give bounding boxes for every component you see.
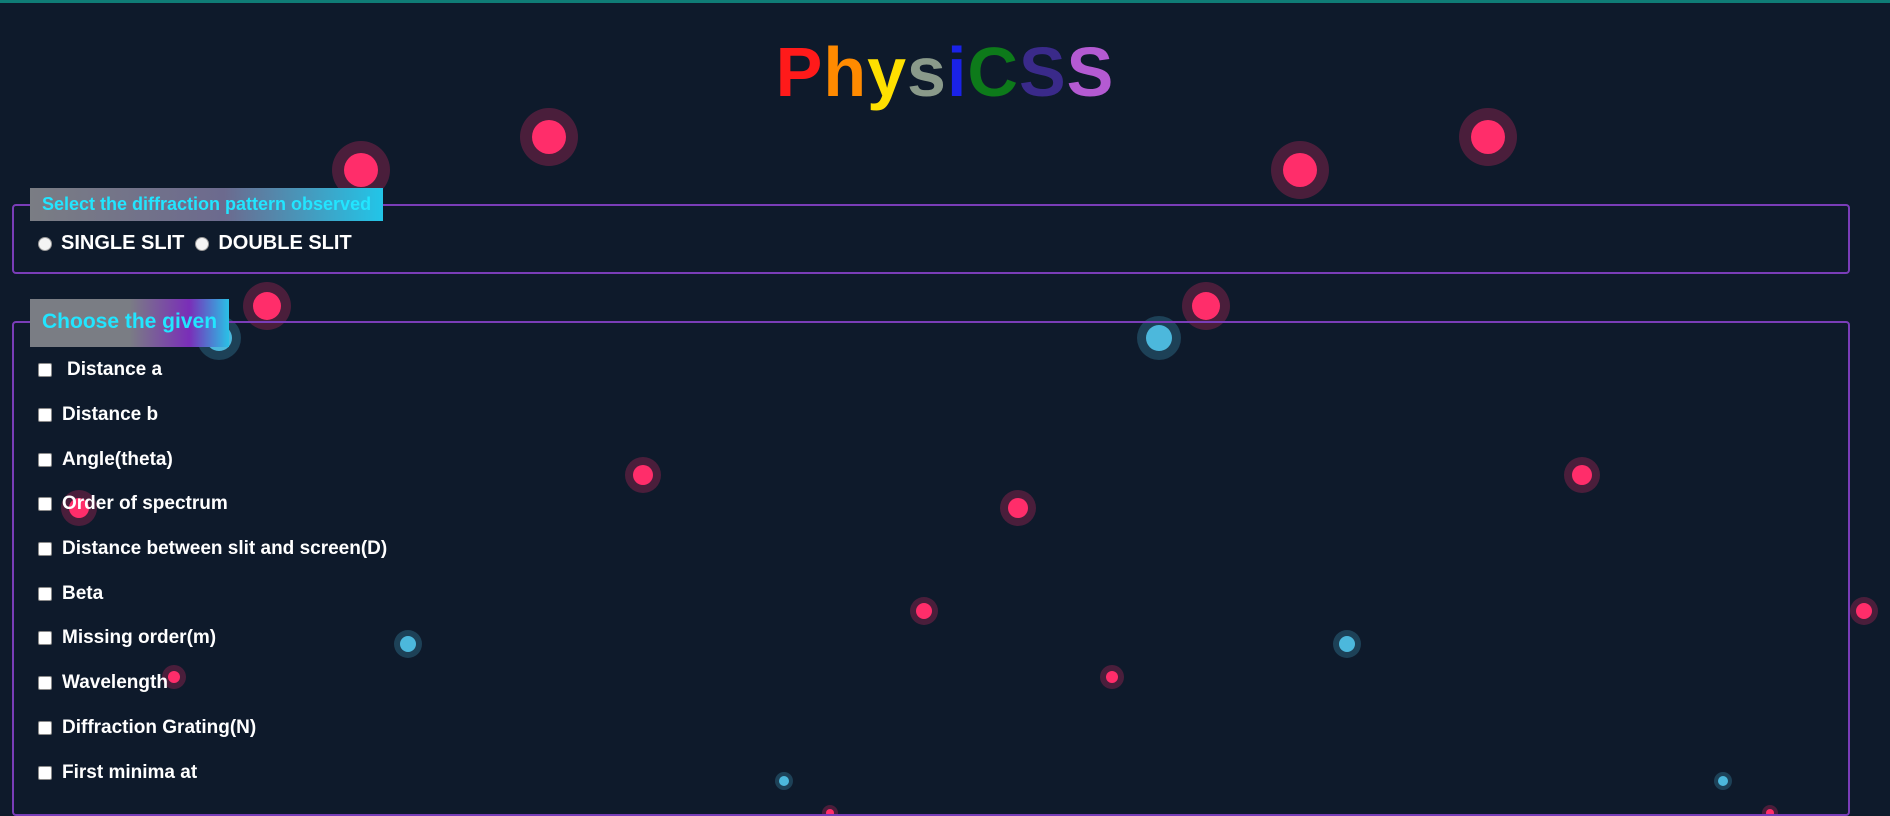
- title-letter: C: [967, 33, 1019, 111]
- checkbox-label[interactable]: Missing order(m): [62, 627, 216, 649]
- checkbox-label[interactable]: Distance b: [62, 404, 158, 426]
- given-item-angle-theta[interactable]: Angle(theta): [38, 449, 173, 471]
- title-letter: P: [775, 33, 824, 111]
- given-item-beta[interactable]: Beta: [38, 583, 103, 605]
- checkbox[interactable]: [38, 408, 52, 422]
- checkbox[interactable]: [38, 542, 52, 556]
- checkbox[interactable]: [38, 453, 52, 467]
- single-slit-radio[interactable]: [38, 236, 52, 251]
- checkbox[interactable]: [38, 676, 52, 690]
- checkbox[interactable]: [38, 631, 52, 645]
- given-item-diffraction-grating[interactable]: Diffraction Grating(N): [38, 717, 256, 739]
- given-item-distance-slit-screen[interactable]: Distance between slit and screen(D): [38, 538, 387, 560]
- page-title: PhysiCSS: [0, 30, 1890, 114]
- double-slit-label[interactable]: DOUBLE SLIT: [218, 232, 351, 255]
- checkbox-label[interactable]: First minima at: [62, 762, 197, 784]
- checkbox-label[interactable]: Distance a: [67, 359, 162, 381]
- given-item-first-minima[interactable]: First minima at: [38, 762, 197, 784]
- title-letter: S: [1066, 33, 1115, 111]
- given-item-wavelength[interactable]: Wavelength: [38, 672, 168, 694]
- checkbox-label[interactable]: Diffraction Grating(N): [62, 717, 256, 739]
- checkbox[interactable]: [38, 363, 52, 377]
- diffraction-pattern-legend: Select the diffraction pattern observed: [30, 188, 384, 221]
- title-letter: y: [867, 33, 908, 111]
- title-letter: i: [946, 33, 968, 111]
- given-item-distance-b[interactable]: Distance b: [38, 404, 158, 426]
- bubble-pink: [1850, 597, 1878, 625]
- given-item-order-of-spectrum[interactable]: Order of spectrum: [38, 493, 228, 515]
- title-letter: h: [823, 33, 868, 111]
- checkbox-label[interactable]: Order of spectrum: [62, 493, 228, 515]
- checkbox[interactable]: [38, 497, 52, 511]
- bubble-pink: [1459, 108, 1517, 166]
- bubble-pink: [520, 108, 578, 166]
- single-slit-label[interactable]: SINGLE SLIT: [61, 232, 184, 255]
- bubble-pink: [1271, 141, 1329, 199]
- given-quantities-group: Choose the given Distance a Distance b A…: [12, 299, 1850, 816]
- top-accent-line: [0, 0, 1890, 3]
- checkbox[interactable]: [38, 587, 52, 601]
- double-slit-radio[interactable]: [195, 236, 210, 251]
- checkbox[interactable]: [38, 721, 52, 735]
- checkbox-label[interactable]: Distance between slit and screen(D): [62, 538, 387, 560]
- title-letter: S: [1018, 33, 1067, 111]
- given-item-missing-order[interactable]: Missing order(m): [38, 627, 216, 649]
- given-item-distance-a[interactable]: Distance a: [38, 359, 162, 381]
- checkbox[interactable]: [38, 766, 52, 780]
- title-letter: s: [907, 33, 947, 111]
- checkbox-label[interactable]: Angle(theta): [62, 449, 173, 471]
- checkbox-label[interactable]: Wavelength: [62, 672, 168, 694]
- checkbox-label[interactable]: Beta: [62, 583, 103, 605]
- given-quantities-legend: Choose the given: [30, 299, 230, 347]
- diffraction-pattern-group: Select the diffraction pattern observed …: [12, 188, 1850, 274]
